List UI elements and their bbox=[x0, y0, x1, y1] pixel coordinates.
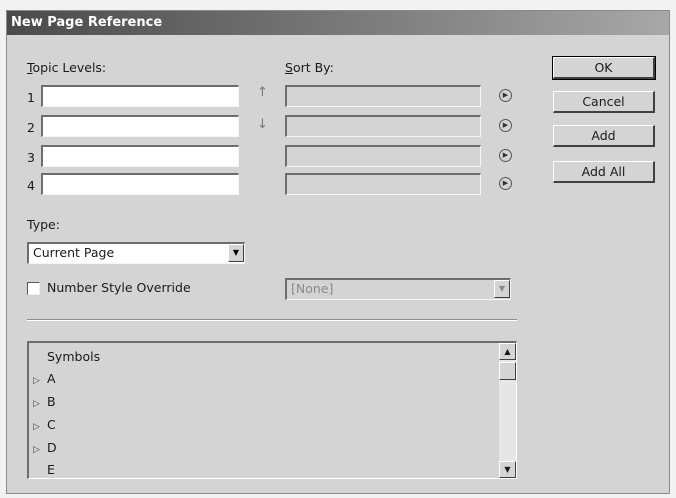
circle-arrow-icon[interactable]: ▶ bbox=[499, 119, 512, 132]
list-item[interactable]: ▷ C bbox=[33, 417, 56, 432]
cancel-button[interactable]: Cancel bbox=[553, 91, 655, 113]
number-style-override-checkbox[interactable] bbox=[27, 282, 40, 295]
scroll-down-icon[interactable]: ▼ bbox=[499, 461, 516, 478]
number-style-selected-value: [None] bbox=[291, 281, 334, 296]
type-selected-value: Current Page bbox=[33, 245, 115, 260]
topic-level-2-number: 2 bbox=[27, 120, 35, 135]
scrollbar[interactable]: ▲ ▼ bbox=[499, 343, 516, 478]
expand-triangle-icon[interactable]: ▷ bbox=[33, 422, 47, 432]
topic-level-3-number: 3 bbox=[27, 150, 35, 165]
topic-level-2-input[interactable] bbox=[41, 115, 239, 137]
topic-level-4-input[interactable] bbox=[41, 173, 239, 195]
circle-arrow-icon[interactable]: ▶ bbox=[499, 149, 512, 162]
sort-by-3-input[interactable] bbox=[285, 145, 481, 167]
dialog-title: New Page Reference bbox=[7, 11, 669, 35]
circle-arrow-icon[interactable]: ▶ bbox=[499, 177, 512, 190]
new-page-reference-dialog: New Page Reference Topic Levels: 1 2 3 4… bbox=[6, 10, 670, 494]
scroll-up-icon[interactable]: ▲ bbox=[499, 343, 516, 360]
sort-by-label: Sort By: bbox=[285, 60, 334, 75]
scroll-thumb[interactable] bbox=[499, 362, 516, 380]
topics-list[interactable]: Symbols ▷ A ▷ B ▷ C ▷ D E ▲ ▼ bbox=[27, 341, 517, 479]
ok-button[interactable]: OK bbox=[552, 56, 656, 80]
topic-level-1-number: 1 bbox=[27, 90, 35, 105]
dropdown-arrow-icon[interactable]: ▼ bbox=[494, 280, 510, 298]
circle-arrow-icon[interactable]: ▶ bbox=[499, 89, 512, 102]
expand-triangle-icon[interactable]: ▷ bbox=[33, 445, 47, 455]
list-item[interactable]: ▷ B bbox=[33, 394, 56, 409]
type-label: Type: bbox=[27, 217, 60, 232]
topic-levels-label: Topic Levels: bbox=[27, 60, 107, 75]
add-all-button[interactable]: Add All bbox=[553, 161, 655, 183]
sort-by-1-input[interactable] bbox=[285, 85, 481, 107]
number-style-select[interactable]: [None] ▼ bbox=[285, 278, 511, 300]
expand-triangle-icon[interactable]: ▷ bbox=[33, 399, 47, 409]
up-arrow-icon[interactable]: ↑ bbox=[257, 85, 268, 100]
sort-by-2-input[interactable] bbox=[285, 115, 481, 137]
add-button[interactable]: Add bbox=[553, 125, 655, 147]
list-item[interactable]: ▷ D bbox=[33, 440, 57, 455]
topic-level-4-number: 4 bbox=[27, 178, 35, 193]
list-item[interactable]: Symbols bbox=[47, 349, 100, 364]
topic-level-3-input[interactable] bbox=[41, 145, 239, 167]
number-style-override-label: Number Style Override bbox=[47, 280, 191, 295]
down-arrow-icon[interactable]: ↓ bbox=[257, 117, 268, 132]
sort-by-4-input[interactable] bbox=[285, 173, 481, 195]
dropdown-arrow-icon[interactable]: ▼ bbox=[228, 244, 244, 262]
list-item[interactable]: ▷ A bbox=[33, 371, 56, 386]
expand-triangle-icon[interactable]: ▷ bbox=[33, 376, 47, 386]
list-item[interactable]: E bbox=[47, 462, 55, 477]
separator bbox=[27, 319, 517, 321]
topic-level-1-input[interactable] bbox=[41, 85, 239, 107]
type-select[interactable]: Current Page ▼ bbox=[27, 242, 245, 264]
